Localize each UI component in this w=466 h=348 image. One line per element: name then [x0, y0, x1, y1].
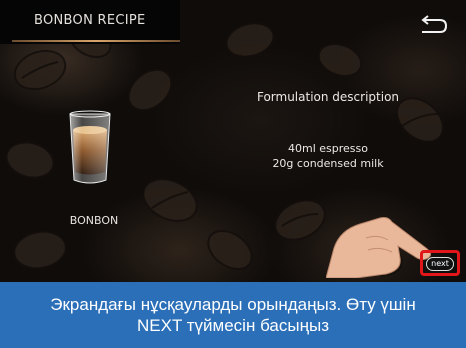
- instruction-line: Экрандағы нұсқауларды орындаңыз. Өту үші…: [50, 295, 416, 314]
- espresso-glass-image: [69, 110, 111, 184]
- drink-name: BONBON: [69, 214, 119, 227]
- title-underline: [12, 40, 180, 42]
- formulation-title: Formulation description: [256, 90, 400, 104]
- instruction-caption: Экрандағы нұсқауларды орындаңыз. Өту үші…: [0, 282, 466, 348]
- next-button[interactable]: next: [426, 257, 454, 271]
- back-button[interactable]: [414, 14, 450, 38]
- page-title: BONBON RECIPE: [34, 13, 146, 28]
- ingredient-item: 40ml espresso: [288, 142, 368, 155]
- header-bar: BONBON RECIPE: [0, 0, 180, 44]
- ingredient-item: 20g condensed milk: [272, 157, 384, 170]
- machine-screen: BONBON RECIPE BONBON Formulation descrip…: [0, 0, 466, 282]
- return-arrow-icon: [421, 15, 448, 33]
- instruction-line: NEXT түймесін басыңыз: [137, 316, 329, 335]
- ingredient-list: 40ml espresso 20g condensed milk: [228, 141, 428, 171]
